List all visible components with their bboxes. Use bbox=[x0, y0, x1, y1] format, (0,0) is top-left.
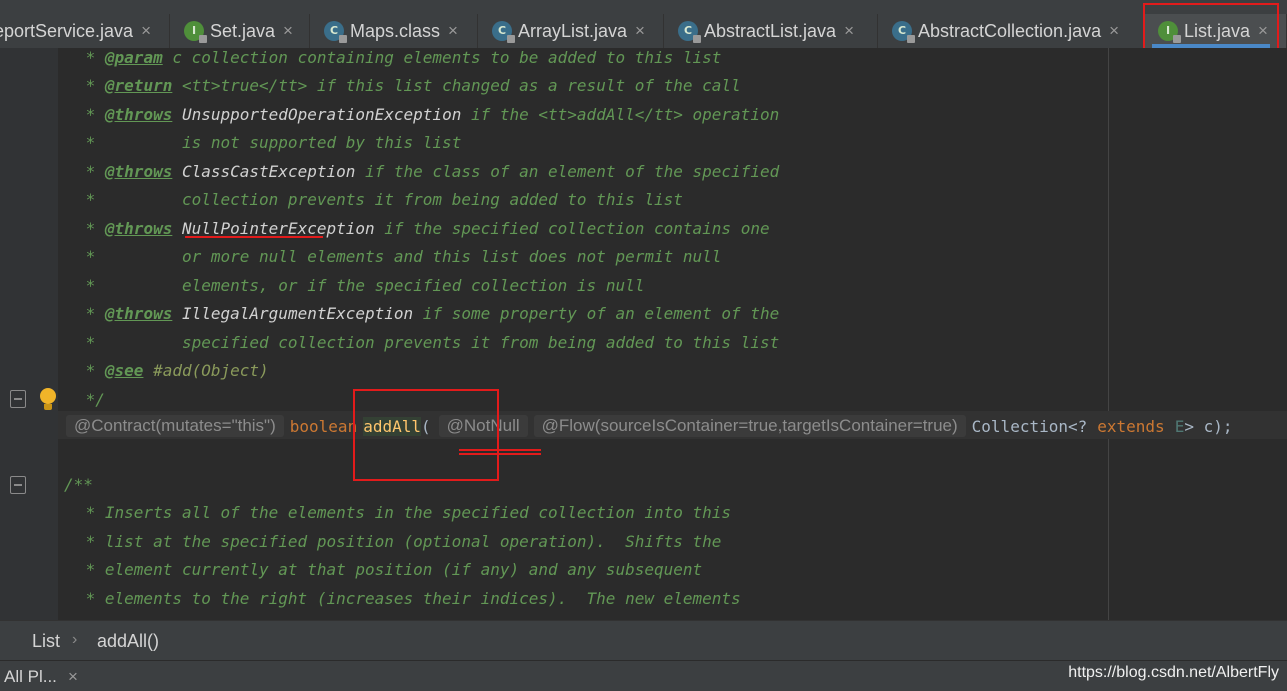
code-line: * specified collection prevents it from … bbox=[76, 333, 780, 352]
code-line: * list at the specified position (option… bbox=[76, 532, 722, 551]
code-line: * or more null elements and this list do… bbox=[76, 247, 722, 266]
tab-set-java[interactable]: I Set.java × bbox=[170, 14, 310, 48]
extends-keyword: extends bbox=[1097, 416, 1165, 436]
code-line: * @throws NullPointerException if the sp… bbox=[76, 219, 770, 238]
code-line: * Inserts all of the elements in the spe… bbox=[76, 503, 732, 522]
watermark: https://blog.csdn.net/AlbertFly bbox=[1068, 664, 1279, 681]
code-line: * @see #add(Object) bbox=[76, 361, 269, 380]
close-icon[interactable]: × bbox=[68, 667, 78, 687]
code-line: * @return <tt>true</tt> if this list cha… bbox=[76, 76, 741, 95]
breadcrumb: List › addAll() bbox=[0, 620, 1287, 660]
code-line: * @throws UnsupportedOperationException … bbox=[76, 105, 780, 124]
code-line: * @throws ClassCastException if the clas… bbox=[76, 162, 780, 181]
breadcrumb-item-method[interactable]: addAll() bbox=[97, 631, 159, 652]
tab-close-icon[interactable]: × bbox=[635, 21, 645, 41]
code-line: * @throws IllegalArgumentException if so… bbox=[76, 304, 780, 323]
highlight-box-method bbox=[353, 389, 499, 481]
tool-window-tab[interactable]: All Pl... bbox=[4, 667, 57, 687]
breadcrumb-item-class[interactable]: List bbox=[32, 631, 60, 652]
class-icon: C bbox=[678, 21, 701, 43]
code-line: */ bbox=[76, 390, 105, 409]
code-editor[interactable]: * @param c collection containing element… bbox=[0, 48, 1287, 620]
method-declaration: @Contract(mutates="this") boolean addAll… bbox=[66, 413, 1233, 439]
generic-open: <? bbox=[1067, 416, 1088, 436]
tab-arraylist-java[interactable]: C ArrayList.java × bbox=[478, 14, 664, 48]
flow-annotation-hint: @Flow(sourceIsContainer=true,targetIsCon… bbox=[533, 415, 966, 437]
tab-close-icon[interactable]: × bbox=[141, 21, 151, 41]
tab-label: ArrayList.java bbox=[518, 20, 628, 41]
editor-tab-bar: eportService.java × I Set.java × C Maps.… bbox=[0, 0, 1287, 48]
code-line: /** bbox=[64, 475, 93, 494]
tab-close-icon[interactable]: × bbox=[283, 21, 293, 41]
bottom-tool-bar: All Pl... × https://blog.csdn.net/Albert… bbox=[0, 660, 1287, 691]
tab-close-icon[interactable]: × bbox=[448, 21, 458, 41]
tab-abstractcollection-java[interactable]: C AbstractCollection.java × bbox=[878, 14, 1144, 48]
interface-icon: I bbox=[184, 21, 207, 43]
code-line: * collection prevents it from being adde… bbox=[76, 190, 683, 209]
tab-maps-class[interactable]: C Maps.class × bbox=[310, 14, 478, 48]
return-type-keyword: boolean bbox=[289, 416, 358, 436]
tab-label: AbstractCollection.java bbox=[918, 20, 1102, 41]
fold-toggle-icon[interactable] bbox=[10, 476, 26, 494]
contract-annotation-hint: @Contract(mutates="this") bbox=[66, 415, 284, 437]
tab-label: Maps.class bbox=[350, 20, 441, 41]
tab-close-icon[interactable]: × bbox=[844, 21, 854, 41]
code-line: * elements, or if the specified collecti… bbox=[76, 276, 645, 295]
right-margin-guide bbox=[1108, 48, 1109, 620]
highlight-box-active-tab bbox=[1143, 3, 1279, 48]
red-underline-notnull bbox=[459, 449, 541, 451]
tab-label: Set.java bbox=[210, 20, 276, 41]
red-underline-annotation bbox=[185, 236, 323, 238]
tab-abstractlist-java[interactable]: C AbstractList.java × bbox=[664, 14, 878, 48]
class-icon: C bbox=[324, 21, 347, 43]
fold-toggle-icon[interactable] bbox=[10, 390, 26, 408]
breadcrumb-separator-icon: › bbox=[72, 631, 78, 648]
red-underline-notnull-second bbox=[459, 453, 541, 455]
lightbulb-icon[interactable] bbox=[38, 388, 58, 412]
param-type: Collection bbox=[971, 416, 1068, 436]
editor-gutter bbox=[0, 48, 58, 620]
code-line: * is not supported by this list bbox=[76, 133, 462, 152]
tab-label: AbstractList.java bbox=[704, 20, 837, 41]
class-icon: C bbox=[892, 21, 915, 43]
tab-bar-top-strip bbox=[0, 0, 1287, 12]
tab-reportservice[interactable]: eportService.java × bbox=[0, 14, 170, 48]
type-variable: E bbox=[1174, 416, 1185, 436]
class-icon: C bbox=[492, 21, 515, 43]
code-line: * @param c collection containing element… bbox=[76, 48, 722, 67]
tab-close-icon[interactable]: × bbox=[1109, 21, 1119, 41]
declaration-tail: > c); bbox=[1184, 416, 1233, 436]
code-line: * elements to the right (increases their… bbox=[76, 589, 741, 608]
tab-label: eportService.java bbox=[0, 20, 134, 41]
code-line: * element currently at that position (if… bbox=[76, 560, 703, 579]
